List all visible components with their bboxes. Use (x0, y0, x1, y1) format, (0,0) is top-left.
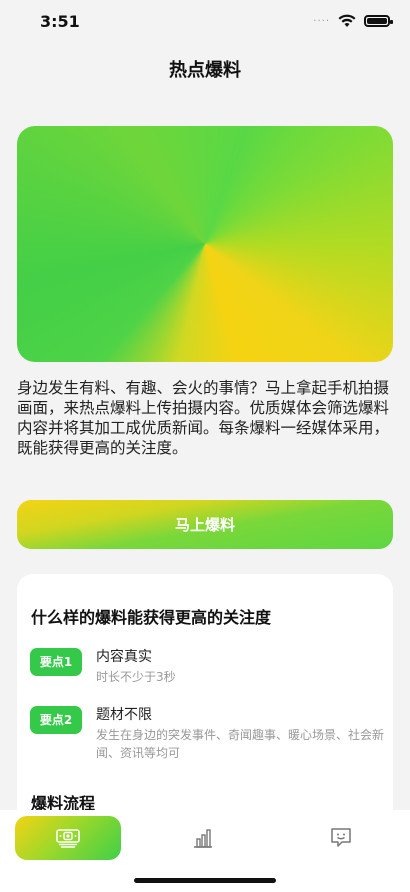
home-indicator (134, 878, 276, 883)
wifi-icon (338, 14, 356, 27)
intro-text: 身边发生有料、有趣、会火的事情？马上拿起手机拍摄画面，来热点爆料上传拍摄内容。优… (17, 379, 390, 457)
tip-badge: 要点1 (30, 648, 82, 676)
tip-badge: 要点2 (30, 706, 82, 734)
tips-card: 什么样的爆料能获得更高的关注度 要点1 内容真实 时长不少于3秒 要点2 题材不… (17, 574, 393, 834)
tab-stats[interactable] (150, 816, 256, 860)
tip-title: 内容真实 (96, 649, 152, 665)
hero-banner-image (17, 126, 393, 362)
tip-item: 要点1 内容真实 时长不少于3秒 (30, 646, 380, 686)
tip-title: 题材不限 (96, 707, 152, 723)
status-time: 3:51 (40, 12, 80, 31)
tab-feedback[interactable] (288, 816, 394, 860)
report-now-button[interactable]: 马上爆料 (17, 500, 393, 549)
tab-report[interactable] (15, 816, 121, 860)
battery-icon (364, 15, 393, 27)
bar-chart-icon (194, 829, 212, 848)
camera-icon (56, 829, 80, 848)
tip-item: 要点2 题材不限 发生在身边的突发事件、奇闻趣事、暖心场景、社会新闻、资讯等均可 (30, 704, 384, 764)
cellular-signal-icon: ···· (313, 15, 330, 27)
status-icons: ···· (313, 14, 393, 28)
feedback-icon (331, 828, 351, 847)
page-title: 热点爆料 (169, 60, 241, 81)
tip-description: 发生在身边的突发事件、奇闻趣事、暖心场景、社会新闻、资讯等均可 (96, 728, 385, 760)
status-bar: 3:51 ···· (0, 0, 410, 44)
tips-heading: 什么样的爆料能获得更高的关注度 (31, 608, 272, 627)
tip-description: 时长不少于3秒 (96, 670, 176, 684)
